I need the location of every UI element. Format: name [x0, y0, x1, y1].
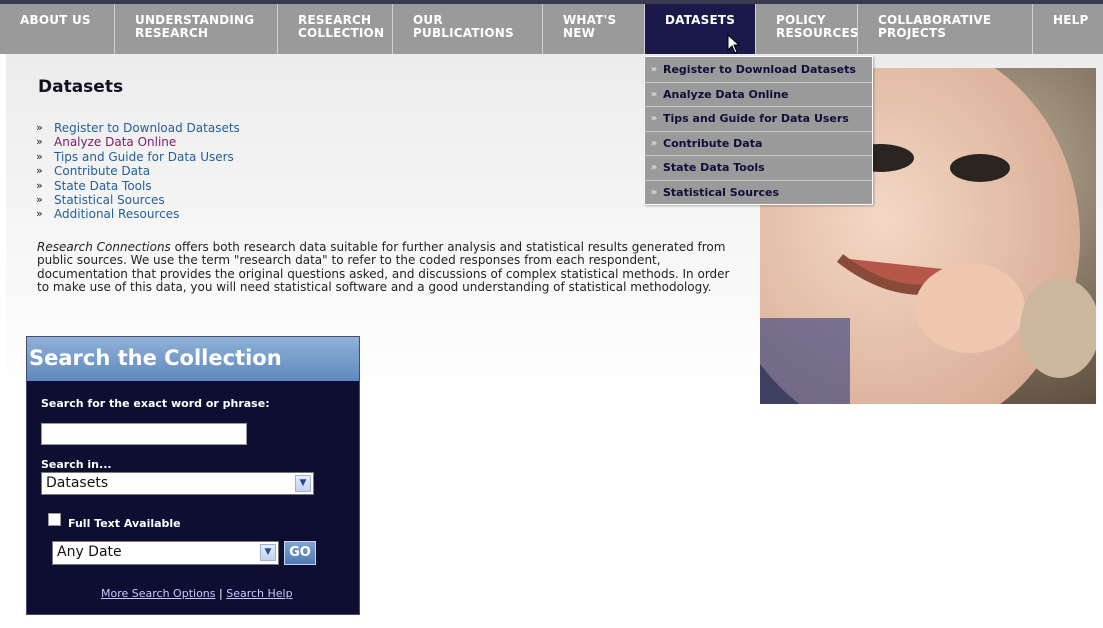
link-analyze-online[interactable]: » Analyze Data Online — [36, 135, 240, 149]
dropdown-item-state-tools[interactable]: » State Data Tools — [645, 155, 872, 180]
dropdown-item-register[interactable]: » Register to Download Datasets — [645, 57, 872, 82]
more-search-options-link[interactable]: More Search Options — [101, 587, 216, 600]
date-select[interactable]: Any Date ▼ — [52, 541, 279, 565]
nav-our-publications[interactable]: OUR PUBLICATIONS — [393, 4, 543, 54]
search-in-label: Search in... — [41, 458, 112, 471]
search-help-link[interactable]: Search Help — [226, 587, 292, 600]
nav-about-us[interactable]: ABOUT US — [0, 4, 115, 54]
dropdown-item-statistical[interactable]: » Statistical Sources — [645, 179, 872, 205]
link-state-data-tools[interactable]: » State Data Tools — [36, 179, 240, 193]
dropdown-item-tips[interactable]: » Tips and Guide for Data Users — [645, 106, 872, 131]
dropdown-item-analyze[interactable]: » Analyze Data Online — [645, 81, 872, 107]
go-button[interactable]: GO — [284, 541, 316, 565]
dataset-links: » Register to Download Datasets » Analyze … — [36, 121, 240, 222]
link-contribute-data[interactable]: » Contribute Data — [36, 164, 240, 178]
link-statistical-sources[interactable]: » Statistical Sources — [36, 193, 240, 207]
datasets-dropdown-menu: » Register to Download Datasets » Analyze … — [644, 56, 873, 205]
search-links: More Search Options | Search Help — [101, 587, 293, 600]
search-input[interactable] — [41, 423, 247, 445]
chevron-down-icon: ▼ — [295, 475, 311, 492]
full-text-label: Full Text Available — [68, 517, 181, 530]
link-register-download[interactable]: » Register to Download Datasets — [36, 121, 240, 135]
nav-collaborative-projects[interactable]: COLLABORATIVE PROJECTS — [858, 4, 1033, 54]
exact-phrase-label: Search for the exact word or phrase: — [41, 397, 270, 410]
nav-policy-resources[interactable]: POLICY RESOURCES — [756, 4, 859, 54]
nav-whats-new[interactable]: WHAT'S NEW — [543, 4, 645, 54]
nav-help[interactable]: HELP — [1033, 4, 1103, 54]
top-navigation: ABOUT US UNDERSTANDING RESEARCH RESEARCH C… — [0, 0, 1103, 54]
description-paragraph: Research Connections offers both researc… — [37, 240, 730, 295]
nav-research-collection[interactable]: RESEARCH COLLECTION — [278, 4, 393, 54]
search-collection-panel: Search the Collection Search for the exa… — [26, 336, 360, 615]
search-panel-title: Search the Collection — [27, 337, 359, 381]
page-title: Datasets — [38, 77, 124, 97]
mouse-cursor-icon — [727, 34, 741, 54]
chevron-down-icon: ▼ — [260, 544, 276, 561]
search-in-select[interactable]: Datasets ▼ — [41, 472, 314, 495]
link-additional-resources[interactable]: » Additional Resources — [36, 207, 240, 221]
full-text-checkbox[interactable] — [48, 513, 61, 526]
dropdown-item-contribute[interactable]: » Contribute Data — [645, 130, 872, 156]
link-tips-guide[interactable]: » Tips and Guide for Data Users — [36, 150, 240, 164]
nav-understanding-research[interactable]: UNDERSTANDING RESEARCH — [115, 4, 278, 54]
